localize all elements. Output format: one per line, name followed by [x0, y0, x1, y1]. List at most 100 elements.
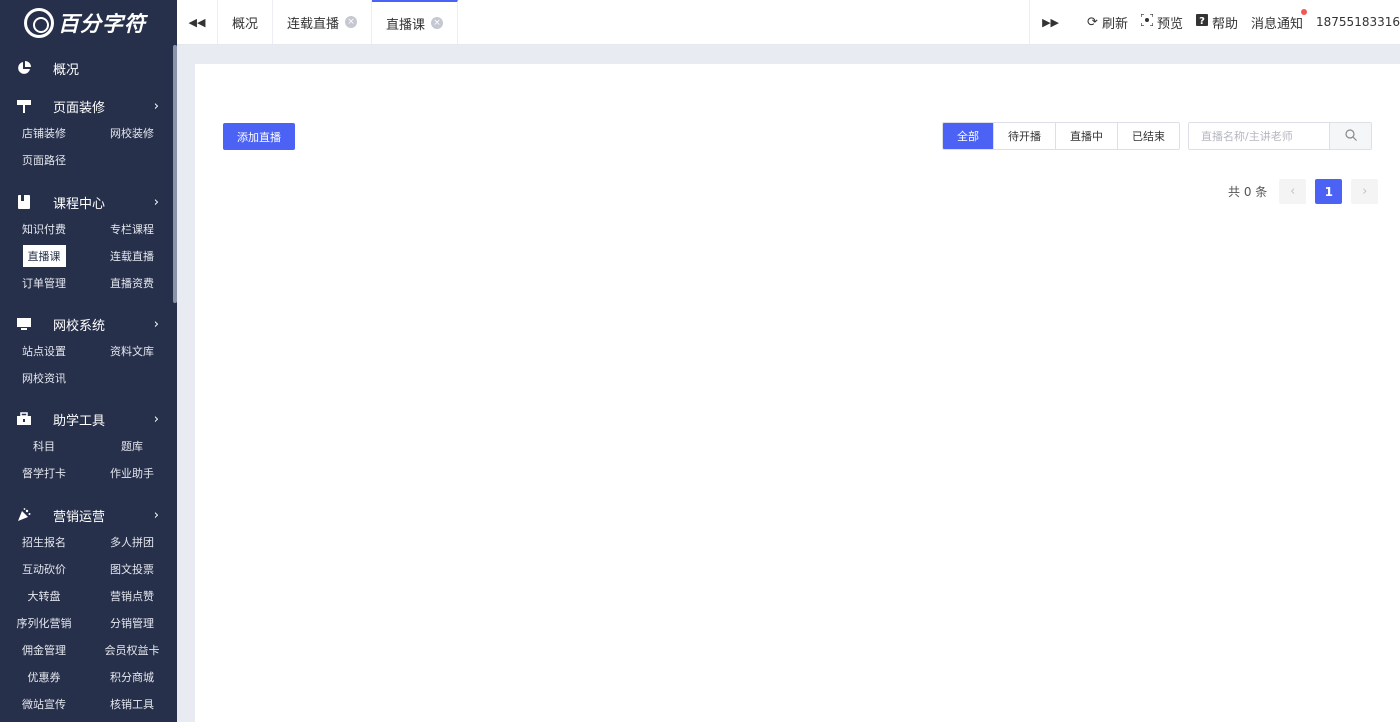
tabs-scroll-right-button[interactable]: ▶▶	[1029, 0, 1071, 44]
preview-button[interactable]: 预览	[1140, 13, 1183, 32]
sidebar-item-resource-library[interactable]: 资料文库	[88, 337, 176, 364]
search-icon	[1344, 128, 1357, 144]
sidebar-item-microsite[interactable]: 微站宣传	[0, 690, 88, 717]
header-actions: ⟳ 刷新 预览 ? 帮助 消息通知 18755183316	[1071, 0, 1400, 44]
search-button[interactable]	[1329, 123, 1371, 149]
tab-live-course[interactable]: 直播课 ×	[372, 0, 459, 44]
menu-group-head-overview[interactable]: 概况	[0, 55, 177, 81]
sidebar-item-commission[interactable]: 佣金管理	[0, 636, 88, 663]
menu-group-head-page-decor[interactable]: 页面装修 ›	[0, 93, 177, 119]
sidebar-item-homework-assistant[interactable]: 作业助手	[88, 459, 176, 486]
sidebar-item-study-checkin[interactable]: 督学打卡	[0, 459, 88, 486]
sidebar-item-coupons[interactable]: 优惠券	[0, 663, 88, 690]
sidebar-item-bargain[interactable]: 互动砍价	[0, 555, 88, 582]
sidebar-item-member-card[interactable]: 会员权益卡	[88, 636, 176, 663]
main-content: 添加直播 全部 待开播 直播中 已结束 共 0 条 ‹ 1 ›	[195, 64, 1400, 722]
chevron-right-icon: ›	[153, 411, 159, 427]
search-input[interactable]	[1189, 123, 1329, 149]
tab-serial-live[interactable]: 连载直播 ×	[273, 0, 373, 44]
sidebar-item-page-path[interactable]: 页面路径	[0, 146, 88, 173]
total-count: 共 0 条	[1228, 185, 1268, 199]
tab-bar: ◀◀ 概况 连载直播 × 直播课 × ▶▶ ⟳ 刷新 预览 ? 帮助 消息通知 …	[177, 0, 1400, 45]
tab-label: 概况	[232, 16, 259, 32]
brand-logo[interactable]: 百分字符	[0, 0, 177, 45]
menu-group-head-school-system[interactable]: 网校系统 ›	[0, 311, 177, 337]
paint-roller-icon	[17, 99, 31, 113]
close-icon[interactable]: ×	[431, 17, 444, 29]
double-chevron-left-icon: ◀◀	[188, 15, 206, 29]
sidebar-item-serial-marketing[interactable]: 序列化营销	[0, 609, 88, 636]
help-button[interactable]: ? 帮助	[1195, 13, 1238, 32]
filter-upcoming[interactable]: 待开播	[994, 123, 1056, 149]
menu-group-label: 页面装修	[53, 100, 106, 116]
user-account[interactable]: 18755183316	[1316, 15, 1400, 29]
notification-dot	[1301, 8, 1308, 15]
filter-live[interactable]: 直播中	[1056, 123, 1118, 149]
filter-all[interactable]: 全部	[943, 123, 994, 149]
toolbox-icon	[17, 412, 31, 426]
notifications-button[interactable]: 消息通知	[1251, 8, 1308, 32]
close-icon[interactable]: ×	[345, 16, 358, 28]
tab-label: 直播课	[386, 17, 426, 33]
menu-group-label: 助学工具	[53, 413, 106, 429]
menu-group-label: 课程中心	[53, 196, 106, 212]
sidebar-item-lucky-wheel[interactable]: 大转盘	[0, 582, 88, 609]
svg-text:?: ?	[1199, 16, 1205, 26]
filter-ended[interactable]: 已结束	[1118, 123, 1179, 149]
sidebar-item-school-news[interactable]: 网校资讯	[0, 364, 88, 391]
sidebar-item-order-management[interactable]: 订单管理	[0, 269, 88, 296]
menu-group-label: 营销运营	[53, 509, 106, 525]
prev-page-button[interactable]: ‹	[1279, 179, 1307, 204]
pie-chart-icon	[17, 61, 31, 75]
sidebar-item-verification[interactable]: 核销工具	[88, 690, 176, 717]
sidebar-item-points-mall[interactable]: 积分商城	[88, 663, 176, 690]
sidebar-item-enrollment[interactable]: 招生报名	[0, 528, 88, 555]
sidebar-item-marketing-likes[interactable]: 营销点赞	[88, 582, 176, 609]
sidebar-item-group-buy[interactable]: 多人拼团	[88, 528, 176, 555]
menu-group-school-system: 网校系统 › 站点设置 资料文库 网校资讯	[0, 311, 177, 391]
chevron-right-icon: ›	[153, 98, 159, 114]
sidebar-item-serial-live[interactable]: 连载直播	[88, 242, 176, 269]
tab-label: 连载直播	[287, 16, 340, 32]
chevron-right-icon: ›	[153, 194, 159, 210]
search-box	[1188, 122, 1372, 150]
menu-group-head-course-center[interactable]: 课程中心 ›	[0, 189, 177, 215]
sidebar-item-column-course[interactable]: 专栏课程	[88, 215, 176, 242]
next-page-button[interactable]: ›	[1351, 179, 1379, 204]
monitor-icon	[17, 317, 31, 331]
sidebar-item-paid-knowledge[interactable]: 知识付费	[0, 215, 88, 242]
status-filter: 全部 待开播 直播中 已结束	[942, 122, 1180, 150]
sidebar-item-distribution[interactable]: 分销管理	[88, 609, 176, 636]
preview-icon	[1140, 13, 1154, 30]
sidebar-item-school-decor[interactable]: 网校装修	[88, 119, 176, 146]
chevron-right-icon: ›	[1362, 184, 1368, 199]
menu-group-page-decor: 页面装修 › 店铺装修 网校装修 页面路径	[0, 93, 177, 173]
sidebar-item-site-settings[interactable]: 站点设置	[0, 337, 88, 364]
brand-name: 百分字符	[58, 11, 146, 36]
logo-icon	[24, 7, 54, 38]
pagination: 共 0 条 ‹ 1 ›	[1228, 179, 1387, 204]
menu-group-head-marketing[interactable]: 营销运营 ›	[0, 502, 177, 528]
refresh-icon: ⟳	[1087, 14, 1098, 30]
menu-group-label: 网校系统	[53, 318, 106, 334]
add-live-button[interactable]: 添加直播	[223, 123, 295, 150]
menu-group-study-tools: 助学工具 › 科目 题库 督学打卡 作业助手	[0, 406, 177, 486]
sidebar-item-shop-decor[interactable]: 店铺装修	[0, 119, 88, 146]
tab-overview[interactable]: 概况	[218, 0, 274, 44]
sidebar-item-live-course[interactable]: 直播课	[0, 242, 88, 269]
menu-group-label: 概况	[53, 62, 80, 78]
double-chevron-right-icon: ▶▶	[1042, 15, 1059, 29]
sidebar-item-vote[interactable]: 图文投票	[88, 555, 176, 582]
sidebar-item-live-fees[interactable]: 直播资费	[88, 269, 176, 296]
chevron-right-icon: ›	[153, 316, 159, 332]
tabs-scroll-left-button[interactable]: ◀◀	[177, 0, 218, 44]
refresh-button[interactable]: ⟳ 刷新	[1087, 13, 1128, 32]
menu-group-head-study-tools[interactable]: 助学工具 ›	[0, 406, 177, 432]
page-number[interactable]: 1	[1315, 179, 1343, 204]
sidebar-item-question-bank[interactable]: 题库	[88, 432, 176, 459]
party-popper-icon	[17, 508, 31, 522]
chevron-right-icon: ›	[153, 507, 159, 523]
sidebar: 百分字符 概况 页面装修 › 店铺装修 网校装修 页面路径 课程中心 › 知识付…	[0, 0, 177, 722]
sidebar-item-subjects[interactable]: 科目	[0, 432, 88, 459]
chevron-left-icon: ‹	[1290, 184, 1296, 199]
